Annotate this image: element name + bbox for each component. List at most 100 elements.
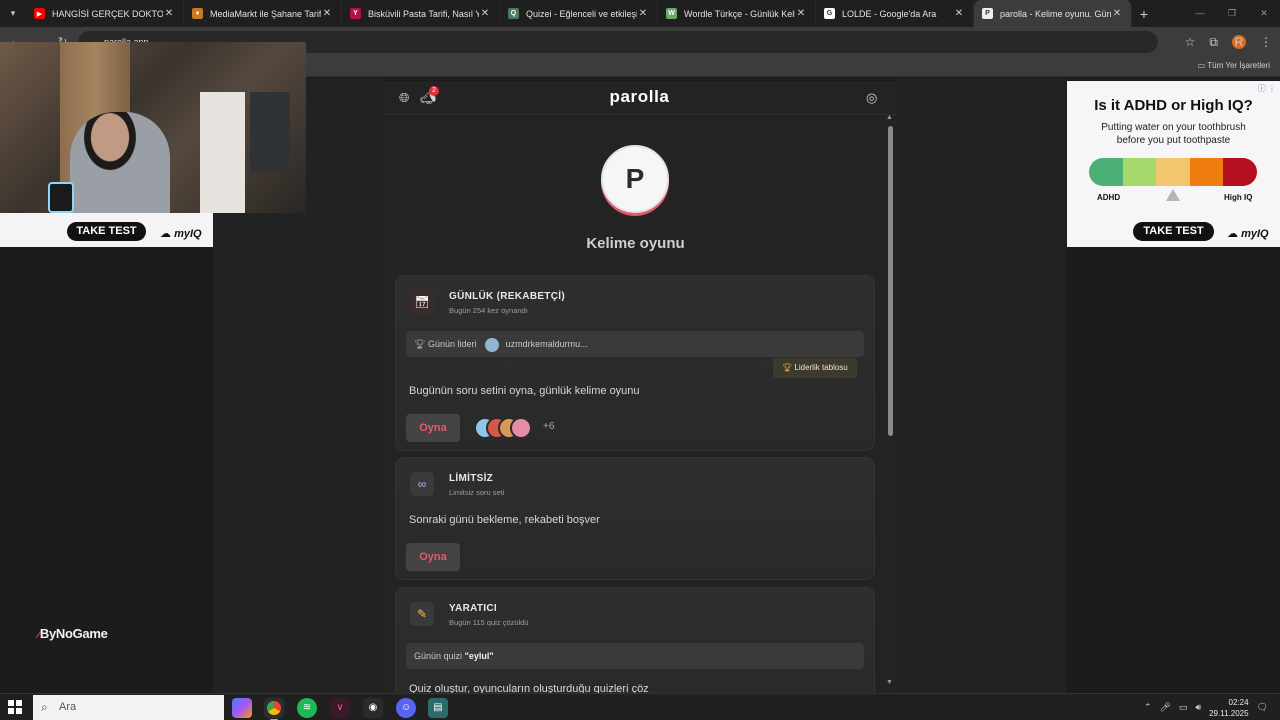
tab-title: MediaMarkt ile Şahane Tarifler: [210, 8, 321, 19]
browser-tab[interactable]: G LOLDE - Google'da Ara ✕: [816, 0, 974, 27]
streamer-logo: ⁄ByNoGame: [38, 626, 108, 641]
menu-icon[interactable]: ⋮: [1260, 35, 1272, 49]
new-tab-button[interactable]: +: [1132, 6, 1156, 22]
card-subtitle: Limitsiz soru seti: [449, 488, 505, 497]
tab-favicon-icon: ♦: [192, 8, 203, 19]
app-header: 🌐︎ 📣︎ 2 parolla ◎: [383, 81, 896, 115]
play-unlimited-button[interactable]: Oyna: [406, 543, 460, 571]
card-subtitle: Bugün 254 kez oynandı: [449, 306, 528, 315]
door: [250, 92, 290, 172]
all-bookmarks-label: Tüm Yer İşaretleri: [1207, 61, 1270, 70]
browser-tab[interactable]: Y Bisküvili Pasta Tarifi, Nasıl Yapılı✕: [342, 0, 500, 27]
tab-favicon-icon: W: [666, 8, 677, 19]
all-bookmarks-button[interactable]: ▭ Tüm Yer İşaretleri: [1198, 61, 1270, 70]
right-margin: [896, 78, 1066, 693]
bookmark-star-icon[interactable]: ☆: [1185, 35, 1196, 49]
daily-quiz[interactable]: Günün quizi "eylul": [406, 643, 864, 669]
leaderboard-button[interactable]: 🏆︎ Liderlik tablosu: [773, 358, 857, 378]
creator-card: ✎ YARATICI Bugün 115 quiz çözüldü Günün …: [395, 587, 875, 693]
play-daily-button[interactable]: Oyna: [406, 414, 460, 442]
ad-info-icon[interactable]: ⓘ ⋮: [1258, 83, 1276, 94]
myiq-logo: ☁︎ myIQ: [160, 227, 202, 240]
take-test-button[interactable]: TAKE TEST: [1133, 222, 1214, 241]
close-window-icon[interactable]: ✕: [1248, 0, 1280, 27]
tab-close-icon[interactable]: ✕: [479, 8, 491, 19]
browser-tab[interactable]: W Wordle Türkçe - Günlük Kelime✕: [658, 0, 816, 27]
browser-tab[interactable]: ♦ MediaMarkt ile Şahane Tarifler ✕: [184, 0, 342, 27]
profile-avatar[interactable]: R: [1232, 35, 1246, 49]
webcam-feed: [0, 42, 306, 213]
streamer: [70, 112, 170, 213]
daily-leader[interactable]: 🏆︎ Günün lideri uzmdrkemaldurmu...: [406, 331, 864, 357]
taskbar-search[interactable]: ⌕ Ara: [33, 695, 224, 720]
leader-avatar: [485, 337, 500, 352]
scroll-up-icon[interactable]: ▲: [886, 114, 893, 121]
discord-icon[interactable]: ☺: [396, 698, 416, 718]
scale-left-label: ADHD: [1097, 193, 1121, 202]
tab-title: HANGİSİ GERÇEK DOKTOR?! ft.: [52, 8, 163, 19]
browser-tab[interactable]: Pparolla - Kelime oyunu. Günlük ✕: [974, 0, 1132, 27]
tab-close-icon[interactable]: ✕: [1111, 8, 1123, 19]
notepad-icon[interactable]: ▤: [428, 698, 448, 718]
scale-segment: [1156, 158, 1190, 186]
microphone-icon[interactable]: 🎤︎: [1159, 702, 1170, 713]
leader-name: uzmdrkemaldurmu...: [505, 339, 588, 349]
premiere-icon[interactable]: ∨: [330, 698, 350, 718]
calendar-icon: 📅︎: [410, 290, 434, 314]
tab-close-icon[interactable]: ✕: [953, 8, 965, 19]
notifications-icon[interactable]: 🗨︎: [1257, 702, 1268, 713]
tab-favicon-icon: ▶: [34, 8, 45, 19]
card-subtitle: Bugün 115 quiz çözüldü: [449, 618, 529, 627]
tab-close-icon[interactable]: ✕: [795, 8, 807, 19]
tab-close-icon[interactable]: ✕: [163, 8, 175, 19]
tab-search-icon[interactable]: ▾: [0, 0, 26, 27]
browser-tab[interactable]: Q Quizei - Eğlenceli ve etkileşimli✕: [500, 0, 658, 27]
windows-start-icon[interactable]: [8, 700, 22, 714]
card-title: GÜNLÜK (REKABETÇİ): [449, 291, 565, 302]
myiq-brand: myIQ: [1241, 228, 1269, 240]
browser-tab[interactable]: ▶ HANGİSİ GERÇEK DOKTOR?! ft.✕: [26, 0, 184, 27]
brain-icon: ☁︎: [160, 228, 171, 240]
shelf: [200, 92, 245, 213]
infinity-icon: ∞: [410, 472, 434, 496]
network-icon[interactable]: ▭: [1179, 702, 1188, 713]
volume-icon[interactable]: 🔊︎: [1195, 702, 1201, 713]
card-description: Quiz oluştur, oyuncuların oluşturduğu qu…: [409, 683, 649, 693]
tab-close-icon[interactable]: ✕: [637, 8, 649, 19]
card-description: Sonraki günü bekleme, rekabeti boşver: [409, 514, 600, 526]
extensions-icon[interactable]: ⧉: [1209, 35, 1218, 50]
streamer-logo-text: ByNoGame: [39, 626, 108, 641]
card-title: LİMİTSİZ: [449, 473, 494, 484]
take-test-button[interactable]: TAKE TEST: [67, 222, 146, 241]
quiz-label: Günün quizi: [414, 651, 463, 661]
tab-close-icon[interactable]: ✕: [321, 8, 333, 19]
user-icon[interactable]: ◎: [866, 90, 877, 106]
tab-title: parolla - Kelime oyunu. Günlük: [1000, 8, 1111, 19]
unlimited-card: ∞ LİMİTSİZ Limitsiz soru seti Sonraki gü…: [395, 457, 875, 580]
windows-taskbar: ⌕ Ara ≋ ∨ ◉ ☺ ▤ ⌃ 🎤︎ ▭ 🔊︎ 02:24 29.11.2025…: [0, 693, 1280, 720]
spotify-icon[interactable]: ≋: [297, 698, 317, 718]
ad-banner-left[interactable]: TAKE TEST ☁︎ myIQ: [0, 213, 213, 247]
more-players-count: +6: [543, 421, 555, 432]
restore-icon[interactable]: ❐: [1216, 0, 1248, 27]
scrollbar-thumb[interactable]: [888, 126, 893, 436]
card-description: Bugünün soru setini oyna, günlük kelime …: [409, 385, 640, 397]
tab-favicon-icon: Q: [508, 8, 519, 19]
clock[interactable]: 02:24 29.11.2025: [1209, 697, 1248, 719]
tab-title: Quizei - Eğlenceli ve etkileşimli: [526, 8, 637, 19]
avatar: P: [601, 145, 669, 213]
myiq-brand: myIQ: [174, 228, 202, 240]
page-scrollbar[interactable]: ▲ ▼: [885, 114, 895, 689]
minimize-icon[interactable]: —: [1184, 0, 1216, 27]
scale-pointer-icon: [1166, 189, 1180, 201]
obs-icon[interactable]: ◉: [363, 698, 383, 718]
card-title: YARATICI: [449, 603, 497, 614]
scroll-down-icon[interactable]: ▼: [886, 679, 893, 686]
copilot-icon[interactable]: [232, 698, 252, 718]
clock-time: 02:24: [1228, 697, 1249, 707]
clock-date: 29.11.2025: [1209, 708, 1249, 718]
chrome-icon[interactable]: [264, 698, 284, 720]
scale-segment: [1189, 158, 1224, 186]
tray-chevron-icon[interactable]: ⌃: [1144, 702, 1152, 713]
ad-banner-right[interactable]: ⓘ ⋮ Is it ADHD or High IQ? Putting water…: [1067, 81, 1280, 247]
